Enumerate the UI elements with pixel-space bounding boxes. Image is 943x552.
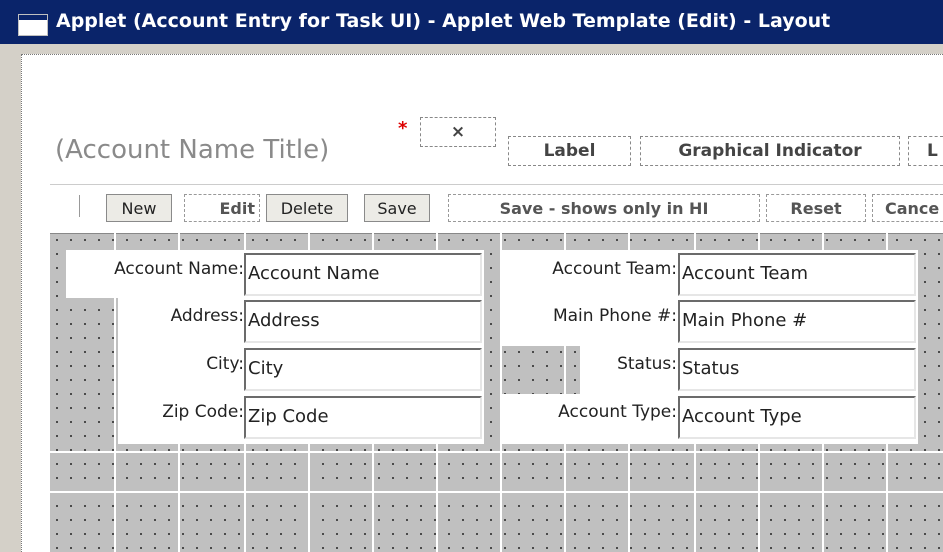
status-field[interactable]: Status bbox=[678, 348, 916, 391]
city-label: City: bbox=[206, 354, 244, 374]
title-bar[interactable]: Applet (Account Entry for Task UI) - App… bbox=[0, 0, 943, 44]
address-label: Address: bbox=[170, 306, 244, 326]
delete-button[interactable]: Delete bbox=[266, 194, 348, 222]
close-icon: × bbox=[450, 122, 466, 142]
city-field[interactable]: City bbox=[244, 348, 482, 391]
reset-button[interactable]: Reset bbox=[766, 194, 866, 222]
zip-code-label: Zip Code: bbox=[162, 402, 244, 422]
account-name-field[interactable]: Account Name bbox=[244, 253, 482, 296]
window-title: Applet (Account Entry for Task UI) - App… bbox=[56, 10, 831, 32]
account-team-field[interactable]: Account Team bbox=[678, 253, 916, 296]
window-icon bbox=[18, 14, 48, 36]
account-name-title[interactable]: (Account Name Title) bbox=[55, 135, 329, 165]
account-name-label: Account Name: bbox=[114, 259, 244, 279]
status-label: Status: bbox=[617, 354, 677, 374]
new-button[interactable]: New bbox=[106, 194, 172, 222]
main-phone-field[interactable]: Main Phone # bbox=[678, 300, 916, 343]
trailing-control-placeholder[interactable]: L bbox=[908, 136, 943, 166]
account-type-field[interactable]: Account Type bbox=[678, 396, 916, 439]
account-team-label: Account Team: bbox=[552, 259, 677, 279]
main-phone-label: Main Phone #: bbox=[552, 306, 677, 326]
graphical-indicator-placeholder[interactable]: Graphical Indicator bbox=[640, 136, 900, 166]
close-control-placeholder[interactable]: × bbox=[420, 117, 496, 147]
account-type-label: Account Type: bbox=[558, 402, 677, 422]
toolbar-divider bbox=[50, 184, 943, 185]
required-indicator: * bbox=[398, 118, 408, 139]
cancel-button[interactable]: Cance bbox=[872, 194, 943, 222]
toolbar-separator bbox=[79, 195, 80, 217]
address-field[interactable]: Address bbox=[244, 300, 482, 343]
zip-code-field[interactable]: Zip Code bbox=[244, 396, 482, 439]
save-button[interactable]: Save bbox=[364, 194, 430, 222]
save-hi-button[interactable]: Save - shows only in HI bbox=[448, 194, 760, 222]
label-control-placeholder[interactable]: Label bbox=[508, 136, 631, 166]
edit-button[interactable]: Edit bbox=[184, 194, 260, 222]
